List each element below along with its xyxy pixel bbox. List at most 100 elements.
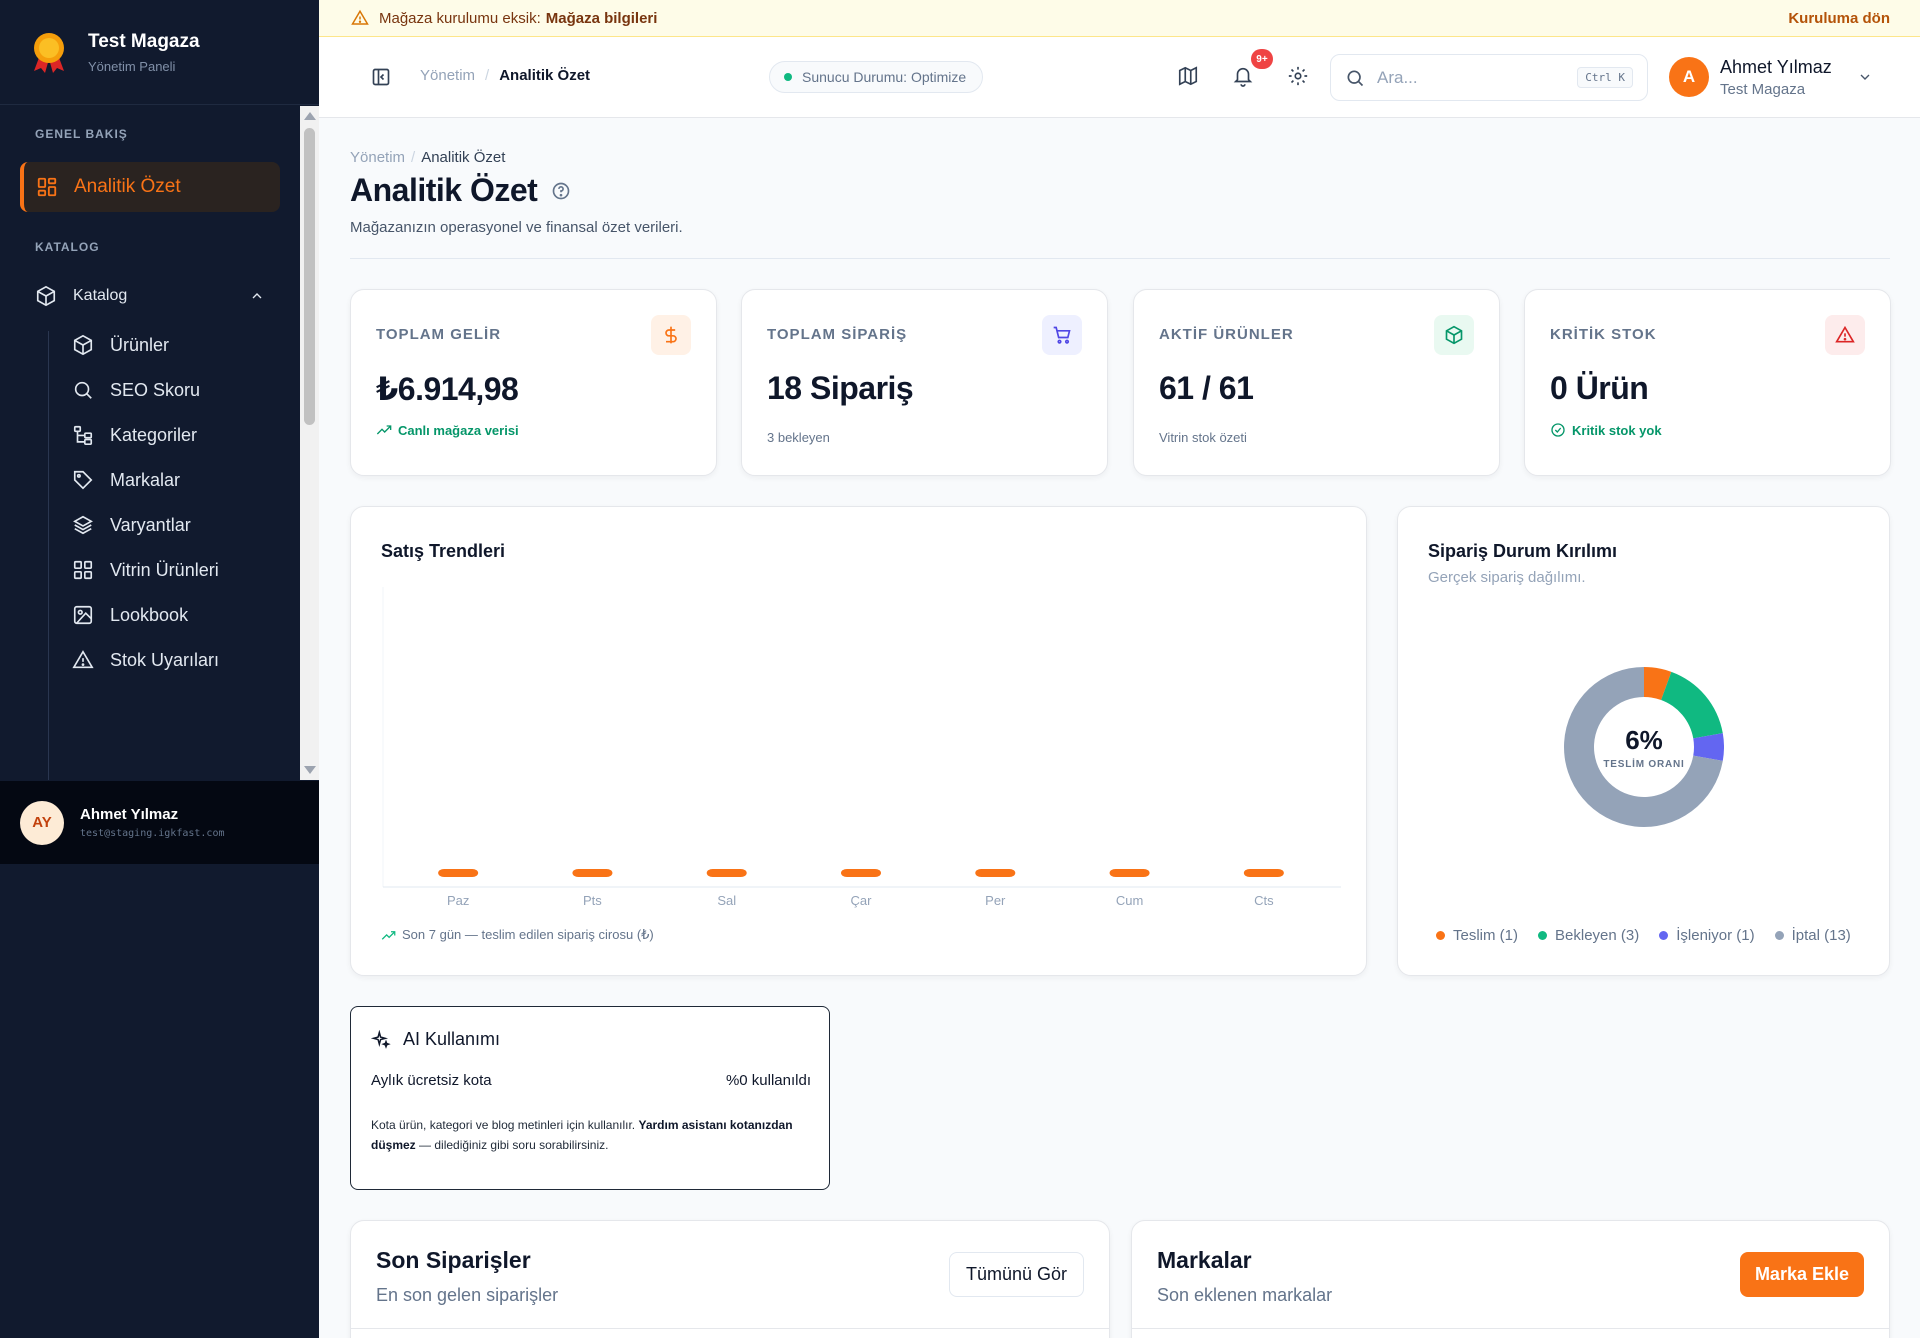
sidebar-scrollbar[interactable]: [300, 106, 319, 780]
alert-text: Mağaza kurulumu eksik:: [379, 9, 541, 27]
chart-title: Satış Trendleri: [381, 541, 506, 561]
stat-icon-box: [1825, 315, 1865, 355]
breadcrumb-current: Analitik Özet: [421, 149, 506, 166]
status-dot: [784, 73, 792, 81]
sidebar-user[interactable]: AY Ahmet Yılmaz test@staging.igkfast.com: [0, 781, 319, 864]
sidebar-item-categories[interactable]: Kategoriler: [72, 415, 197, 455]
trend-up-icon: [381, 930, 396, 940]
stat-note-text: 3 bekleyen: [767, 430, 830, 445]
legend-item: İptal (13): [1774, 927, 1851, 944]
legend-label: İşleniyor (1): [1676, 927, 1755, 944]
stat-label: AKTİF ÜRÜNLER: [1159, 326, 1294, 343]
scroll-up-arrow-icon[interactable]: [304, 112, 316, 120]
user-email: test@staging.igkfast.com: [80, 828, 225, 839]
legend-swatch: [1774, 931, 1784, 940]
stat-note-text: Kritik stok yok: [1572, 422, 1662, 438]
map-icon[interactable]: [1177, 65, 1199, 87]
bar-Cum: [1109, 869, 1150, 877]
chevron-down-icon[interactable]: [1857, 69, 1873, 85]
x-tick-label: Cum: [1116, 893, 1143, 908]
view-all-orders-button[interactable]: Tümünü Gör: [948, 1252, 1084, 1297]
scroll-down-arrow-icon[interactable]: [304, 766, 316, 774]
grid-icon: [73, 560, 93, 580]
stat-value: ₺6.914,98: [376, 371, 519, 407]
sidebar-toggle-icon[interactable]: [371, 67, 391, 87]
sidebar-item-seo[interactable]: SEO Skoru: [72, 370, 200, 410]
avatar[interactable]: A: [1669, 57, 1709, 97]
user-menu[interactable]: Ahmet Yılmaz Test Magaza: [1720, 57, 1832, 98]
brand-subtitle: Yönetim Paneli: [88, 58, 176, 74]
legend-swatch: [1538, 931, 1548, 940]
bar-Paz: [438, 869, 479, 877]
sidebar-item-analytics[interactable]: Analitik Özet: [20, 162, 280, 212]
warning-icon: [72, 650, 94, 669]
legend-swatch: [1659, 931, 1669, 940]
package-icon: [36, 285, 56, 307]
sidebar-item-products[interactable]: Ürünler: [72, 325, 169, 365]
submenu-guide: [48, 331, 49, 780]
search-placeholder: Ara...: [1377, 67, 1418, 87]
ai-desc-part: Kota ürün, kategori ve blog metinleri iç…: [371, 1118, 636, 1132]
sales-bar-chart: Paz Pts Sal Çar Per Cum Cts: [382, 587, 1341, 908]
ai-usage-header: AI Kullanımı: [371, 1029, 500, 1050]
donut-center-value: 6%: [1625, 725, 1663, 755]
sidebar-item-variants[interactable]: Varyantlar: [72, 505, 191, 545]
legend-item: Teslim (1): [1436, 927, 1518, 944]
check-circle-icon: [1551, 423, 1565, 437]
image-icon: [73, 605, 93, 625]
card-subtitle: Son eklenen markalar: [1157, 1285, 1333, 1305]
bar-Pts: [572, 869, 613, 877]
sidebar-item-brands[interactable]: Markalar: [72, 460, 180, 500]
order-status-card: Sipariş Durum Kırılımı Gerçek sipariş da…: [1397, 506, 1890, 976]
scroll-thumb[interactable]: [304, 128, 315, 425]
sidebar: Test Magaza Yönetim Paneli GENEL BAKIŞ A…: [0, 0, 319, 1338]
ai-desc-part: — dilediğiniz gibi soru sorabilirsiniz.: [419, 1138, 609, 1152]
gear-icon[interactable]: [1287, 65, 1309, 87]
return-to-setup-link[interactable]: Kuruluma dön: [1788, 10, 1890, 27]
section-label-overview: GENEL BAKIŞ: [35, 127, 128, 141]
tree-icon: [73, 425, 93, 445]
stat-label: TOPLAM SİPARİŞ: [767, 326, 908, 343]
card-subtitle: En son gelen siparişler: [376, 1285, 559, 1305]
sidebar-group-label: Katalog: [73, 287, 128, 304]
donut-slice-Bekleyen: [1661, 671, 1723, 739]
card-title: Markalar: [1157, 1247, 1252, 1273]
stat-card-revenue: TOPLAM GELİR ₺6.914,98 Canlı mağaza veri…: [350, 289, 717, 476]
sidebar-item-label: Vitrin Ürünleri: [110, 559, 219, 580]
divider: [351, 1328, 1109, 1329]
sidebar-item-stock-alerts[interactable]: Stok Uyarıları: [72, 640, 219, 680]
help-icon[interactable]: [551, 181, 571, 201]
stat-value: 61 / 61: [1159, 370, 1254, 406]
section-label-catalog: KATALOG: [35, 240, 100, 254]
search-input[interactable]: Ara... Ctrl K: [1330, 54, 1648, 101]
breadcrumb-root[interactable]: Yönetim: [350, 149, 405, 166]
stat-label: TOPLAM GELİR: [376, 326, 502, 343]
breadcrumb: Yönetim / Analitik Özet: [420, 67, 591, 84]
sidebar-item-lookbook[interactable]: Lookbook: [72, 595, 188, 635]
sidebar-item-label: Kategoriler: [110, 424, 198, 445]
search-shortcut: Ctrl K: [1577, 67, 1633, 88]
chart-footnote: Son 7 gün — teslim edilen sipariş cirosu…: [381, 927, 654, 943]
sidebar-item-featured[interactable]: Vitrin Ürünleri: [72, 550, 219, 590]
search-icon: [74, 381, 92, 399]
stat-note: 3 bekleyen: [767, 430, 830, 445]
page-subtitle: Mağazanızın operasyonel ve finansal özet…: [350, 219, 683, 236]
x-tick-label: Per: [985, 893, 1006, 908]
bar-Sal: [706, 869, 747, 877]
sidebar-item-label: Markalar: [110, 469, 181, 490]
sidebar-item-label: SEO Skoru: [110, 379, 201, 400]
sales-trend-card: Satış Trendleri Paz Pts Sal Çar Per Cum Cts So…: [350, 506, 1367, 976]
bar-Çar: [841, 869, 881, 877]
add-brand-button[interactable]: Marka Ekle: [1739, 1252, 1864, 1297]
sidebar-group-catalog[interactable]: Katalog: [35, 276, 265, 316]
warning-icon: [1835, 325, 1855, 343]
alert-strong-text: Mağaza bilgileri: [545, 9, 658, 27]
layers-icon: [73, 515, 93, 535]
stat-note: Kritik stok yok: [1550, 422, 1662, 438]
legend-label: Bekleyen (3): [1555, 927, 1640, 944]
x-tick-label: Paz: [447, 893, 469, 908]
bell-icon[interactable]: [1232, 65, 1254, 87]
breadcrumb-root[interactable]: Yönetim: [420, 67, 475, 84]
brand: Test Magaza Yönetim Paneli: [0, 0, 319, 105]
legend-item: Bekleyen (3): [1538, 927, 1639, 944]
